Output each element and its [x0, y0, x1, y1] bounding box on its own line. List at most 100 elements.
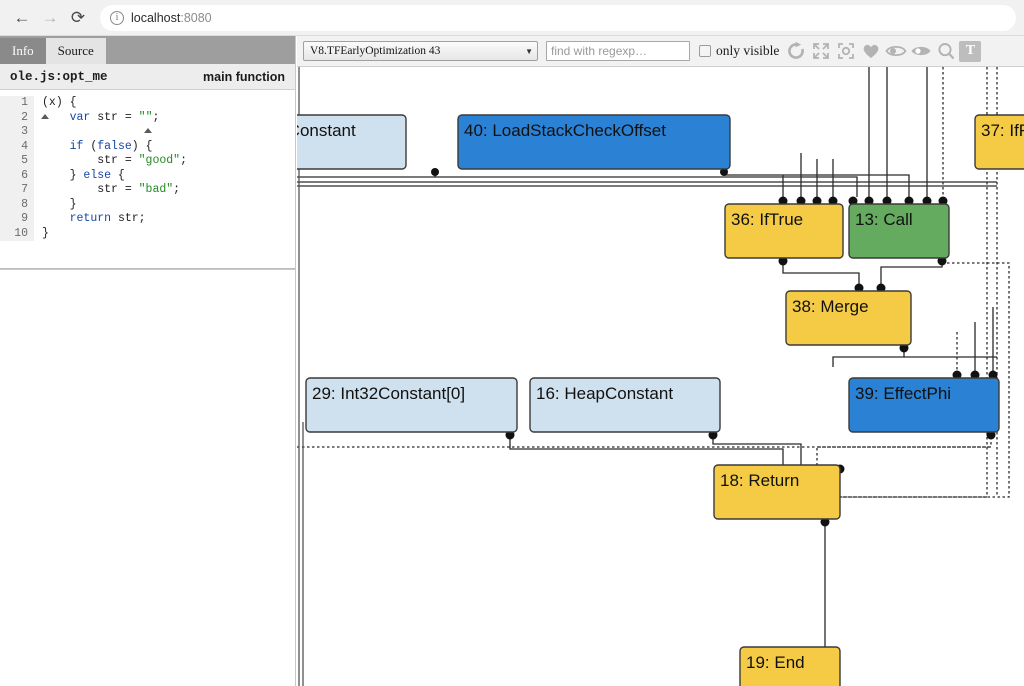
graph-node-n19[interactable]: 19: End: [739, 646, 841, 686]
only-visible-toggle[interactable]: only visible: [699, 43, 779, 59]
code-divider: [0, 268, 295, 269]
graph-svg: nalConstant 40: LoadStackCheckOffset 37: I…: [297, 67, 1024, 686]
source-panel: Info Source ole.js:opt_me main function …: [0, 36, 296, 686]
code-text: }: [42, 226, 49, 240]
graph-node-n13[interactable]: 13: Call: [848, 203, 950, 259]
code-text: str = "good";: [97, 154, 187, 167]
code-line: 1 (x) {: [0, 96, 295, 111]
node-label: 36: IfTrue: [731, 210, 803, 229]
edge-38-to-39: [832, 345, 905, 367]
site-info-icon[interactable]: i: [110, 10, 124, 25]
line-number: 7: [0, 183, 34, 198]
function-header: ole.js:opt_me main function: [0, 64, 295, 90]
show-hidden-eye-icon[interactable]: [883, 39, 908, 63]
line-number: 10: [0, 226, 34, 241]
tab-info[interactable]: Info: [0, 38, 46, 64]
source-position-caret-1: [41, 114, 49, 119]
node-label: 16: HeapConstant: [536, 384, 673, 403]
code-line: 5 str = "good";: [0, 154, 295, 169]
edge-39-to-18: [816, 432, 992, 465]
phase-select-value: V8.TFEarlyOptimization 43: [310, 45, 441, 57]
graph-node-n40[interactable]: 40: LoadStackCheckOffset: [457, 114, 731, 170]
node-label: 19: End: [746, 653, 805, 672]
edge-bus-1: [297, 169, 436, 178]
graph-node-n37[interactable]: 37: IfF: [974, 114, 1024, 170]
chevron-down-icon: ▼: [525, 46, 533, 56]
favorite-heart-icon[interactable]: [858, 39, 883, 63]
only-visible-label: only visible: [716, 43, 780, 58]
node-label: 29: Int32Constant[0]: [312, 384, 465, 403]
only-visible-checkbox[interactable]: [699, 45, 711, 57]
code-line: 9 return str;: [0, 212, 295, 227]
line-number: 4: [0, 139, 34, 154]
edge-dot: [431, 168, 439, 176]
code-text: return str;: [69, 212, 146, 225]
fit-to-screen-icon[interactable]: [833, 39, 858, 63]
graph-toolbar: V8.TFEarlyOptimization 43 ▼ only visible: [297, 36, 1024, 67]
node-label: 18: Return: [720, 471, 799, 490]
function-name: ole.js:opt_me: [10, 69, 108, 84]
line-number: 8: [0, 197, 34, 212]
function-kind-label: main function: [203, 69, 285, 84]
line-number: 5: [0, 154, 34, 169]
toggle-types-label: T: [965, 43, 976, 58]
node-label: 13: Call: [855, 210, 913, 229]
address-bar[interactable]: i localhost :8080: [100, 4, 1016, 31]
code-text: } else {: [42, 168, 125, 182]
code-text: str = "bad";: [97, 183, 181, 196]
code-line: 4 if (false) {: [0, 139, 295, 154]
graph-node-n48[interactable]: nalConstant: [297, 114, 407, 170]
expand-all-icon[interactable]: [808, 39, 833, 63]
line-number: 3: [0, 125, 34, 140]
line-number: 9: [0, 212, 34, 227]
node-label: nalConstant: [297, 121, 356, 140]
edge-13-to-38: [880, 258, 943, 284]
graph-node-n18[interactable]: 18: Return: [713, 464, 841, 520]
line-number: 1: [0, 96, 34, 111]
browser-chrome: ← → ⟳ i localhost :8080: [0, 0, 1024, 36]
graph-node-n38[interactable]: 38: Merge: [785, 290, 912, 346]
code-text: (x) {: [42, 96, 77, 109]
graph-canvas[interactable]: nalConstant 40: LoadStackCheckOffset 37: I…: [297, 67, 1024, 686]
code-line: 10}: [0, 226, 295, 241]
phase-select[interactable]: V8.TFEarlyOptimization 43 ▼: [303, 41, 538, 61]
edge-bus-2: [435, 176, 858, 197]
line-number: 6: [0, 168, 34, 183]
node-label: 37: IfF: [981, 121, 1024, 140]
forward-arrow-icon[interactable]: →: [36, 4, 64, 32]
graph-panel: V8.TFEarlyOptimization 43 ▼ only visible: [297, 36, 1024, 686]
url-host: localhost: [131, 10, 181, 25]
search-input[interactable]: [546, 41, 690, 61]
code-line: 7 str = "bad";: [0, 183, 295, 198]
source-code-view[interactable]: 1 (x) {2 var str = ""; 3 4 if (false) {5 st…: [0, 90, 295, 270]
graph-node-n36[interactable]: 36: IfTrue: [724, 203, 844, 259]
graph-nodes: nalConstant 40: LoadStackCheckOffset 37: I…: [297, 114, 1024, 686]
edge-29-to-18: [509, 432, 784, 465]
reload-icon[interactable]: ⟳: [64, 4, 92, 32]
refresh-layout-icon[interactable]: [783, 39, 808, 63]
graph-node-n16[interactable]: 16: HeapConstant: [529, 377, 721, 433]
code-text: if (false) {: [69, 139, 153, 153]
graph-node-n29[interactable]: 29: Int32Constant[0]: [305, 377, 518, 433]
graph-tool-icons: T: [783, 39, 982, 63]
code-line: 8 }: [0, 197, 295, 212]
left-panel-tabs: Info Source: [0, 36, 295, 64]
edge-36-to-38: [782, 258, 860, 284]
zoom-search-icon[interactable]: [933, 39, 958, 63]
source-panel-empty-area: [0, 270, 295, 685]
node-label: 38: Merge: [792, 297, 869, 316]
back-arrow-icon[interactable]: ←: [8, 4, 36, 32]
url-port: :8080: [180, 10, 212, 25]
node-label: 40: LoadStackCheckOffset: [464, 121, 666, 140]
source-position-caret-2: [144, 128, 152, 133]
code-line: 6 } else {: [0, 168, 295, 183]
graph-node-n39[interactable]: 39: EffectPhi: [848, 377, 1000, 433]
code-text: }: [42, 197, 77, 211]
toggle-types-icon[interactable]: T: [959, 40, 982, 62]
node-label: 39: EffectPhi: [855, 384, 951, 403]
line-number: 2: [0, 110, 34, 125]
hide-eye-icon[interactable]: [908, 39, 933, 63]
code-text: var str = "";: [69, 110, 160, 124]
tab-source[interactable]: Source: [45, 38, 106, 64]
